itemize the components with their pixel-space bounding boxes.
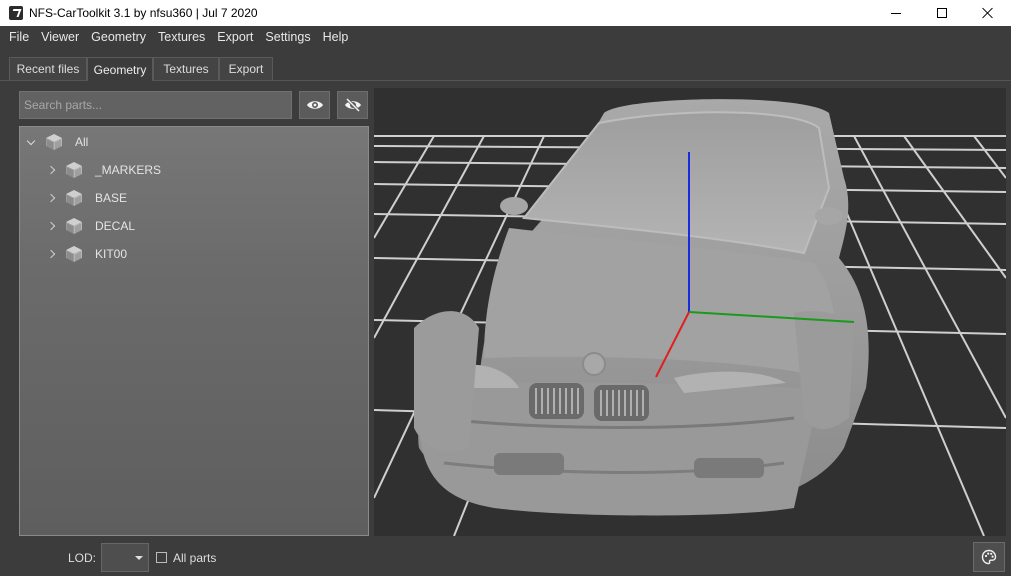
palette-button[interactable]	[973, 542, 1005, 572]
all-parts-checkbox[interactable]	[156, 552, 167, 563]
minimize-icon	[891, 12, 901, 14]
lod-select[interactable]	[101, 543, 149, 572]
minimize-button[interactable]	[873, 0, 919, 26]
menu-settings[interactable]: Settings	[259, 26, 316, 48]
menu-viewer[interactable]: Viewer	[35, 26, 85, 48]
parts-tree[interactable]: All _MARKERS BASE DECAL KIT00	[19, 126, 369, 536]
tree-row-markers[interactable]: _MARKERS	[44, 159, 161, 181]
search-input[interactable]	[19, 91, 292, 119]
tree-row-all[interactable]: All	[24, 131, 88, 153]
cube-icon	[66, 190, 82, 206]
tab-bar: Recent files Geometry Textures Export	[0, 57, 1011, 81]
hide-all-button[interactable]	[337, 91, 368, 119]
menu-help[interactable]: Help	[317, 26, 355, 48]
car-model-render	[374, 99, 1006, 536]
close-icon	[982, 7, 994, 19]
cube-icon	[46, 134, 62, 150]
eye-icon	[306, 101, 323, 109]
chevron-right-icon[interactable]	[44, 249, 58, 259]
tree-label: DECAL	[95, 219, 136, 233]
window-controls	[873, 0, 1011, 26]
cube-icon	[66, 218, 82, 234]
palette-icon	[981, 549, 997, 565]
window-title: NFS-CarToolkit 3.1 by nfsu360 | Jul 7 20…	[29, 6, 258, 20]
menu-file[interactable]: File	[3, 26, 35, 48]
chevron-right-icon[interactable]	[44, 165, 58, 175]
menu-bar: File Viewer Geometry Textures Export Set…	[0, 26, 1011, 48]
tree-row-kit00[interactable]: KIT00	[44, 243, 127, 265]
show-all-button[interactable]	[299, 91, 330, 119]
chevron-down-icon[interactable]	[24, 136, 38, 145]
tab-textures[interactable]: Textures	[153, 57, 219, 80]
chevron-right-icon[interactable]	[44, 193, 58, 203]
all-parts-label: All parts	[173, 551, 217, 565]
maximize-icon	[937, 8, 947, 18]
3d-viewport[interactable]	[374, 88, 1006, 536]
car-body	[414, 99, 869, 516]
tree-label: _MARKERS	[95, 163, 162, 177]
title-bar: NFS-CarToolkit 3.1 by nfsu360 | Jul 7 20…	[0, 0, 1011, 26]
tab-export[interactable]: Export	[219, 57, 273, 80]
eye-off-icon	[344, 98, 361, 112]
menu-export[interactable]: Export	[211, 26, 259, 48]
lod-label: LOD:	[68, 551, 97, 565]
tree-row-decal[interactable]: DECAL	[44, 215, 135, 237]
app-logo-icon	[9, 6, 23, 20]
cube-icon	[66, 246, 82, 262]
menu-textures[interactable]: Textures	[152, 26, 211, 48]
chevron-right-icon[interactable]	[44, 221, 58, 231]
tree-label: All	[75, 135, 89, 149]
maximize-button[interactable]	[919, 0, 965, 26]
close-button[interactable]	[965, 0, 1011, 26]
tree-row-base[interactable]: BASE	[44, 187, 127, 209]
dropdown-arrow-icon	[135, 556, 143, 560]
tree-label: KIT00	[95, 247, 128, 261]
tab-geometry[interactable]: Geometry	[87, 57, 153, 81]
tree-label: BASE	[95, 191, 128, 205]
menu-geometry[interactable]: Geometry	[85, 26, 152, 48]
tab-recent-files[interactable]: Recent files	[9, 57, 87, 80]
cube-icon	[66, 162, 82, 178]
